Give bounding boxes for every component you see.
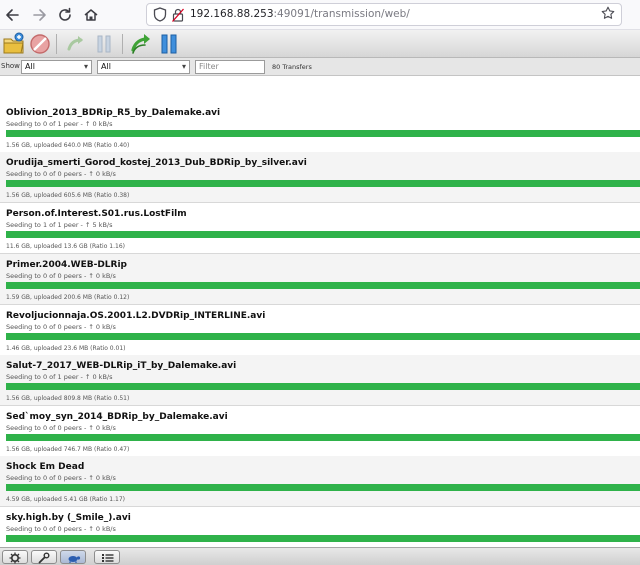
torrent-row[interactable]: sky.high.by (_Smile_).avi Seeding to 0 of… <box>0 507 640 547</box>
filter-input[interactable]: Filter <box>195 60 265 74</box>
start-all-icon[interactable] <box>129 32 153 56</box>
insecure-lock-icon[interactable] <box>172 8 184 22</box>
torrent-row[interactable]: Person.of.Interest.S01.rus.LostFilm Seedi… <box>0 203 640 254</box>
turtle-mode-button[interactable] <box>60 550 86 564</box>
progress-bar <box>6 484 640 491</box>
progress-bar <box>6 231 640 238</box>
torrent-peers: Seeding to 0 of 0 peers - ↑ 0 kB/s <box>6 170 116 178</box>
torrent-peers: Seeding to 1 of 1 peer - ↑ 5 kB/s <box>6 221 113 229</box>
progress-bar <box>6 282 640 289</box>
torrent-progress-details: 1.56 GB, uploaded 605.6 MB (Ratio 0.38) <box>6 192 130 199</box>
torrent-peers: Seeding to 0 of 0 peers - ↑ 0 kB/s <box>6 525 116 533</box>
torrent-name: Revoljucionnaja.OS.2001.L2.DVDRip_INTERL… <box>6 311 266 321</box>
toolbar-separator <box>56 34 57 54</box>
torrent-name: Salut-7_2017_WEB-DLRip_iT_by_Dalemake.av… <box>6 361 237 371</box>
torrent-name: Shock Em Dead <box>6 462 85 472</box>
torrent-name: Sed`moy_syn_2014_BDRip_by_Dalemake.avi <box>6 412 228 422</box>
back-arrow-icon[interactable] <box>4 6 22 24</box>
progress-bar-fill <box>6 130 640 137</box>
torrent-list[interactable]: 51.1 MB, uploaded 18.3 MB (Ratio 0.35)Ob… <box>0 77 640 547</box>
torrent-progress-details: 4.59 GB, uploaded 5.41 GB (Ratio 1.17) <box>6 496 125 503</box>
progress-bar-fill <box>6 484 640 491</box>
torrent-row[interactable]: Salut-7_2017_WEB-DLRip_iT_by_Dalemake.av… <box>0 355 640 406</box>
tracker-filter-select[interactable]: All ▾ <box>97 60 190 74</box>
compact-view-button[interactable] <box>94 550 120 564</box>
progress-bar <box>6 333 640 340</box>
progress-bar-fill <box>6 434 640 441</box>
open-torrent-icon[interactable] <box>2 32 26 56</box>
progress-bar <box>6 434 640 441</box>
progress-bar-fill <box>6 535 640 542</box>
torrent-progress-details: 1.56 GB, uploaded 809.8 MB (Ratio 0.51) <box>6 395 130 402</box>
show-label: Show <box>1 62 20 70</box>
home-icon[interactable] <box>82 6 100 24</box>
chevron-down-icon: ▾ <box>83 62 88 71</box>
pause-all-icon[interactable] <box>157 32 181 56</box>
progress-bar <box>6 535 640 542</box>
url-path: :49091/transmission/web/ <box>273 8 410 20</box>
filter-bar: Show All ▾ All ▾ Filter 80 Transfers <box>0 58 640 76</box>
tracker-filter-value: All <box>101 62 111 71</box>
torrent-peers: Seeding to 0 of 0 peers - ↑ 0 kB/s <box>6 272 116 280</box>
bookmark-star-icon[interactable] <box>601 6 615 24</box>
torrent-row[interactable]: Oblivion_2013_BDRip_R5_by_Dalemake.avi Se… <box>0 102 640 153</box>
progress-bar <box>6 130 640 137</box>
torrent-name: Person.of.Interest.S01.rus.LostFilm <box>6 209 187 219</box>
torrent-progress-details: 1.56 GB, uploaded 746.7 MB (Ratio 0.47) <box>6 446 130 453</box>
transfers-count: 80 Transfers <box>272 63 312 71</box>
torrent-row[interactable]: Revoljucionnaja.OS.2001.L2.DVDRip_INTERL… <box>0 305 640 356</box>
gear-icon <box>9 552 21 564</box>
turtle-icon <box>68 556 81 563</box>
address-bar[interactable]: 192.168.88.253:49091/transmission/web/ <box>146 3 622 26</box>
torrent-row[interactable]: Shock Em Dead Seeding to 0 of 0 peers - ↑… <box>0 456 640 507</box>
bottom-toolbar <box>0 547 640 565</box>
torrent-name: Orudija_smerti_Gorod_kostej_2013_Dub_BDR… <box>6 158 307 168</box>
forward-arrow-icon[interactable] <box>30 6 48 24</box>
status-filter-select[interactable]: All ▾ <box>21 60 92 74</box>
torrent-progress-details: 1.56 GB, uploaded 640.0 MB (Ratio 0.40) <box>6 142 130 149</box>
preferences-button[interactable] <box>31 550 57 564</box>
url-text[interactable]: 192.168.88.253:49091/transmission/web/ <box>190 8 410 20</box>
toolbar-separator <box>122 34 123 54</box>
torrent-row[interactable]: Primer.2004.WEB-DLRip Seeding to 0 of 0 p… <box>0 254 640 305</box>
tracking-shield-icon[interactable] <box>153 7 167 22</box>
torrent-peers: Seeding to 0 of 0 peers - ↑ 0 kB/s <box>6 323 116 331</box>
compact-view-icon <box>102 554 114 562</box>
torrent-peers: Seeding to 0 of 1 peer - ↑ 0 kB/s <box>6 373 113 381</box>
wrench-icon <box>38 552 50 564</box>
filter-placeholder: Filter <box>199 62 219 71</box>
torrent-peers: Seeding to 0 of 0 peers - ↑ 0 kB/s <box>6 474 116 482</box>
torrent-name: Primer.2004.WEB-DLRip <box>6 260 127 270</box>
torrent-name: sky.high.by (_Smile_).avi <box>6 513 131 523</box>
torrent-progress-details: 1.46 GB, uploaded 23.6 MB (Ratio 0.01) <box>6 345 126 352</box>
remove-torrent-icon[interactable] <box>28 32 52 56</box>
torrent-peers: Seeding to 0 of 0 peers - ↑ 0 kB/s <box>6 424 116 432</box>
transmission-toolbar <box>0 30 640 58</box>
status-filter-value: All <box>25 62 35 71</box>
torrent-row[interactable]: Orudija_smerti_Gorod_kostej_2013_Dub_BDR… <box>0 152 640 203</box>
progress-bar-fill <box>6 231 640 238</box>
pause-torrent-icon[interactable] <box>92 32 116 56</box>
settings-button[interactable] <box>2 550 28 564</box>
progress-bar-fill <box>6 282 640 289</box>
progress-bar-fill <box>6 180 640 187</box>
browser-navbar: 192.168.88.253:49091/transmission/web/ <box>0 0 640 30</box>
progress-bar <box>6 180 640 187</box>
start-torrent-icon[interactable] <box>64 32 88 56</box>
progress-bar-fill <box>6 333 640 340</box>
chevron-down-icon: ▾ <box>181 62 186 71</box>
reload-icon[interactable] <box>56 6 74 24</box>
torrent-row[interactable]: Sed`moy_syn_2014_BDRip_by_Dalemake.avi Se… <box>0 406 640 457</box>
torrent-progress-details: 1.59 GB, uploaded 200.6 MB (Ratio 0.12) <box>6 294 130 301</box>
url-host: 192.168.88.253 <box>190 8 274 20</box>
progress-bar <box>6 383 640 390</box>
torrent-progress-details: 11.6 GB, uploaded 13.6 GB (Ratio 1.16) <box>6 243 125 250</box>
torrent-peers: Seeding to 0 of 1 peer - ↑ 0 kB/s <box>6 120 113 128</box>
progress-bar-fill <box>6 383 640 390</box>
torrent-name: Oblivion_2013_BDRip_R5_by_Dalemake.avi <box>6 108 221 118</box>
